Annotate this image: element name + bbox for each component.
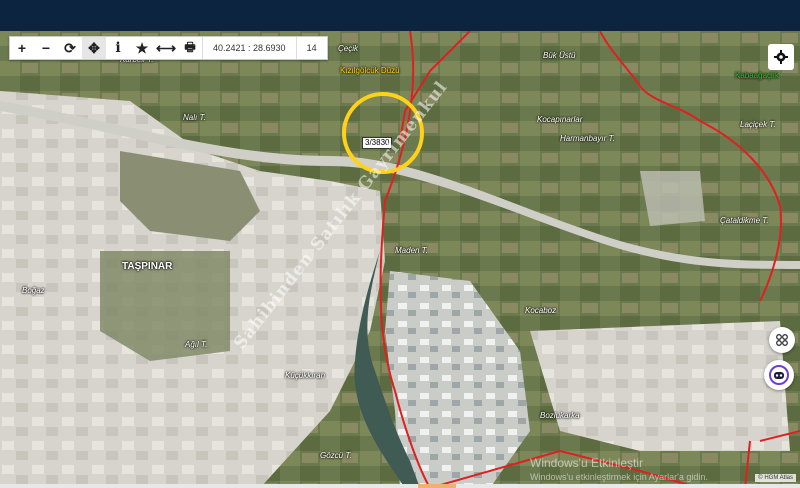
zoom-in-button[interactable]: + <box>10 37 34 59</box>
refresh-button[interactable]: ⟳ <box>58 37 82 59</box>
crosshair-icon: ✥ <box>88 39 100 56</box>
settings-button[interactable] <box>768 44 794 70</box>
place-label: Kızılgölcük Düzü <box>340 66 400 75</box>
info-icon: i <box>115 40 121 56</box>
windows-activation-text: Windows'u etkinleştirmek için Ayarlar'a … <box>530 472 708 482</box>
printer-icon: 🖶 <box>184 39 196 54</box>
locate-button[interactable]: ✥ <box>82 37 106 59</box>
zoom-level[interactable]: 14 <box>295 37 327 59</box>
place-label: Laçiçek T. <box>740 120 776 129</box>
place-label: Küçükkıran <box>285 371 326 380</box>
grid-icon <box>776 334 788 346</box>
place-label: Bozlukarka <box>540 411 580 420</box>
plus-icon: + <box>17 40 27 56</box>
ruler-icon: ⟷ <box>155 39 177 56</box>
assistant-icon <box>769 365 789 385</box>
map-attribution[interactable]: © HGM Atlas <box>755 474 796 482</box>
place-label: Çeçik <box>338 44 359 53</box>
place-label: Bük Üstü <box>543 51 576 60</box>
place-label: Gözcü T. <box>320 451 352 460</box>
strip-accent <box>418 484 456 488</box>
windows-activation-title: Windows'u Etkinleştir <box>530 456 643 470</box>
assistant-button[interactable] <box>764 360 794 390</box>
info-button[interactable]: i <box>106 37 130 59</box>
place-label: Kocapınarlar <box>537 115 583 124</box>
place-label: Kocaboz <box>525 306 557 315</box>
place-label: Harmanbayır T. <box>560 134 615 143</box>
place-label: Kabaağaçlık <box>735 71 780 80</box>
star-icon: ★ <box>135 39 149 56</box>
print-button[interactable]: 🖶 <box>178 37 202 59</box>
favorite-button[interactable]: ★ <box>130 37 154 59</box>
place-label: Ağıl T. <box>185 340 208 349</box>
layers-button[interactable] <box>769 327 795 353</box>
coordinate-readout[interactable]: 40.2421 : 28.6930 <box>202 37 296 59</box>
minus-icon: − <box>41 40 51 56</box>
place-label: TAŞPINAR <box>122 261 173 272</box>
place-label: Maden T. <box>395 246 429 255</box>
measure-button[interactable]: ⟷ <box>154 37 178 59</box>
bottom-strip <box>0 484 800 488</box>
place-label: Çataldikme T. <box>720 216 769 225</box>
map-toolbar: + − ⟳ ✥ i ★ ⟷ 🖶 40.2421 : 28.6930 14 <box>9 36 328 60</box>
satellite-imagery <box>0 31 800 488</box>
refresh-icon: ⟳ <box>64 39 76 56</box>
place-label: Boğaz <box>22 286 45 295</box>
map-view[interactable]: Kızılgölcük Düzü Çeçik Karbeli T. Nalı T… <box>0 31 800 488</box>
top-bar <box>0 0 800 31</box>
gear-icon <box>774 50 788 64</box>
place-label: Nalı T. <box>183 113 206 122</box>
zoom-out-button[interactable]: − <box>34 37 58 59</box>
